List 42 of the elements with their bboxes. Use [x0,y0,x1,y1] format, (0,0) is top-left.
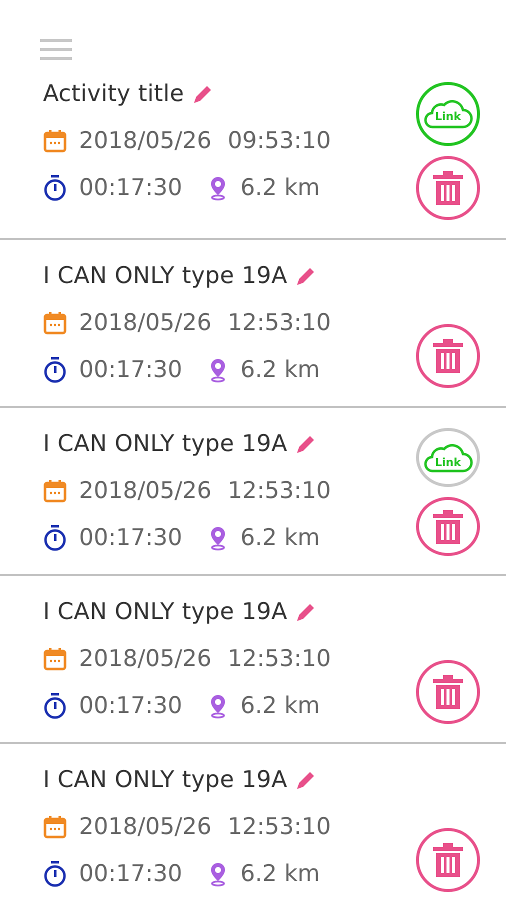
duration-text: 00:17:30 [79,861,182,887]
activity-title: I CAN ONLY type 19A [43,767,288,793]
duration-text: 00:17:30 [79,693,182,719]
trash-icon [433,171,463,205]
time-text: 09:53:10 [228,128,331,154]
distance-text: 6.2 km [240,357,320,383]
distance-text: 6.2 km [240,693,320,719]
duration-text: 00:17:30 [79,175,182,201]
calendar-icon [43,647,67,671]
trash-icon [433,339,463,373]
duration-text: 00:17:30 [79,525,182,551]
stopwatch-icon [43,175,67,201]
calendar-icon [43,479,67,503]
distance-text: 6.2 km [240,861,320,887]
activity-title: Activity title [43,81,184,107]
trash-icon [433,675,463,709]
link-button[interactable]: Link [416,428,480,487]
stopwatch-icon [43,861,67,887]
date-text: 2018/05/26 [79,814,212,840]
time-text: 12:53:10 [228,646,331,672]
calendar-icon [43,311,67,335]
date-text: 2018/05/26 [79,310,212,336]
distance-text: 6.2 km [240,525,320,551]
distance-text: 6.2 km [240,175,320,201]
trash-icon [433,510,463,544]
time-text: 12:53:10 [228,478,331,504]
activity-title: I CAN ONLY type 19A [43,599,288,625]
calendar-icon [43,815,67,839]
time-text: 12:53:10 [228,814,331,840]
calendar-icon [43,129,67,153]
activity-title: I CAN ONLY type 19A [43,431,288,457]
trash-icon [433,843,463,877]
link-button[interactable]: Link [416,82,480,146]
date-text: 2018/05/26 [79,128,212,154]
stopwatch-icon [43,525,67,551]
date-text: 2018/05/26 [79,646,212,672]
stopwatch-icon [43,357,67,383]
date-text: 2018/05/26 [79,478,212,504]
time-text: 12:53:10 [228,310,331,336]
activity-title: I CAN ONLY type 19A [43,263,288,289]
duration-text: 00:17:30 [79,357,182,383]
stopwatch-icon [43,693,67,719]
